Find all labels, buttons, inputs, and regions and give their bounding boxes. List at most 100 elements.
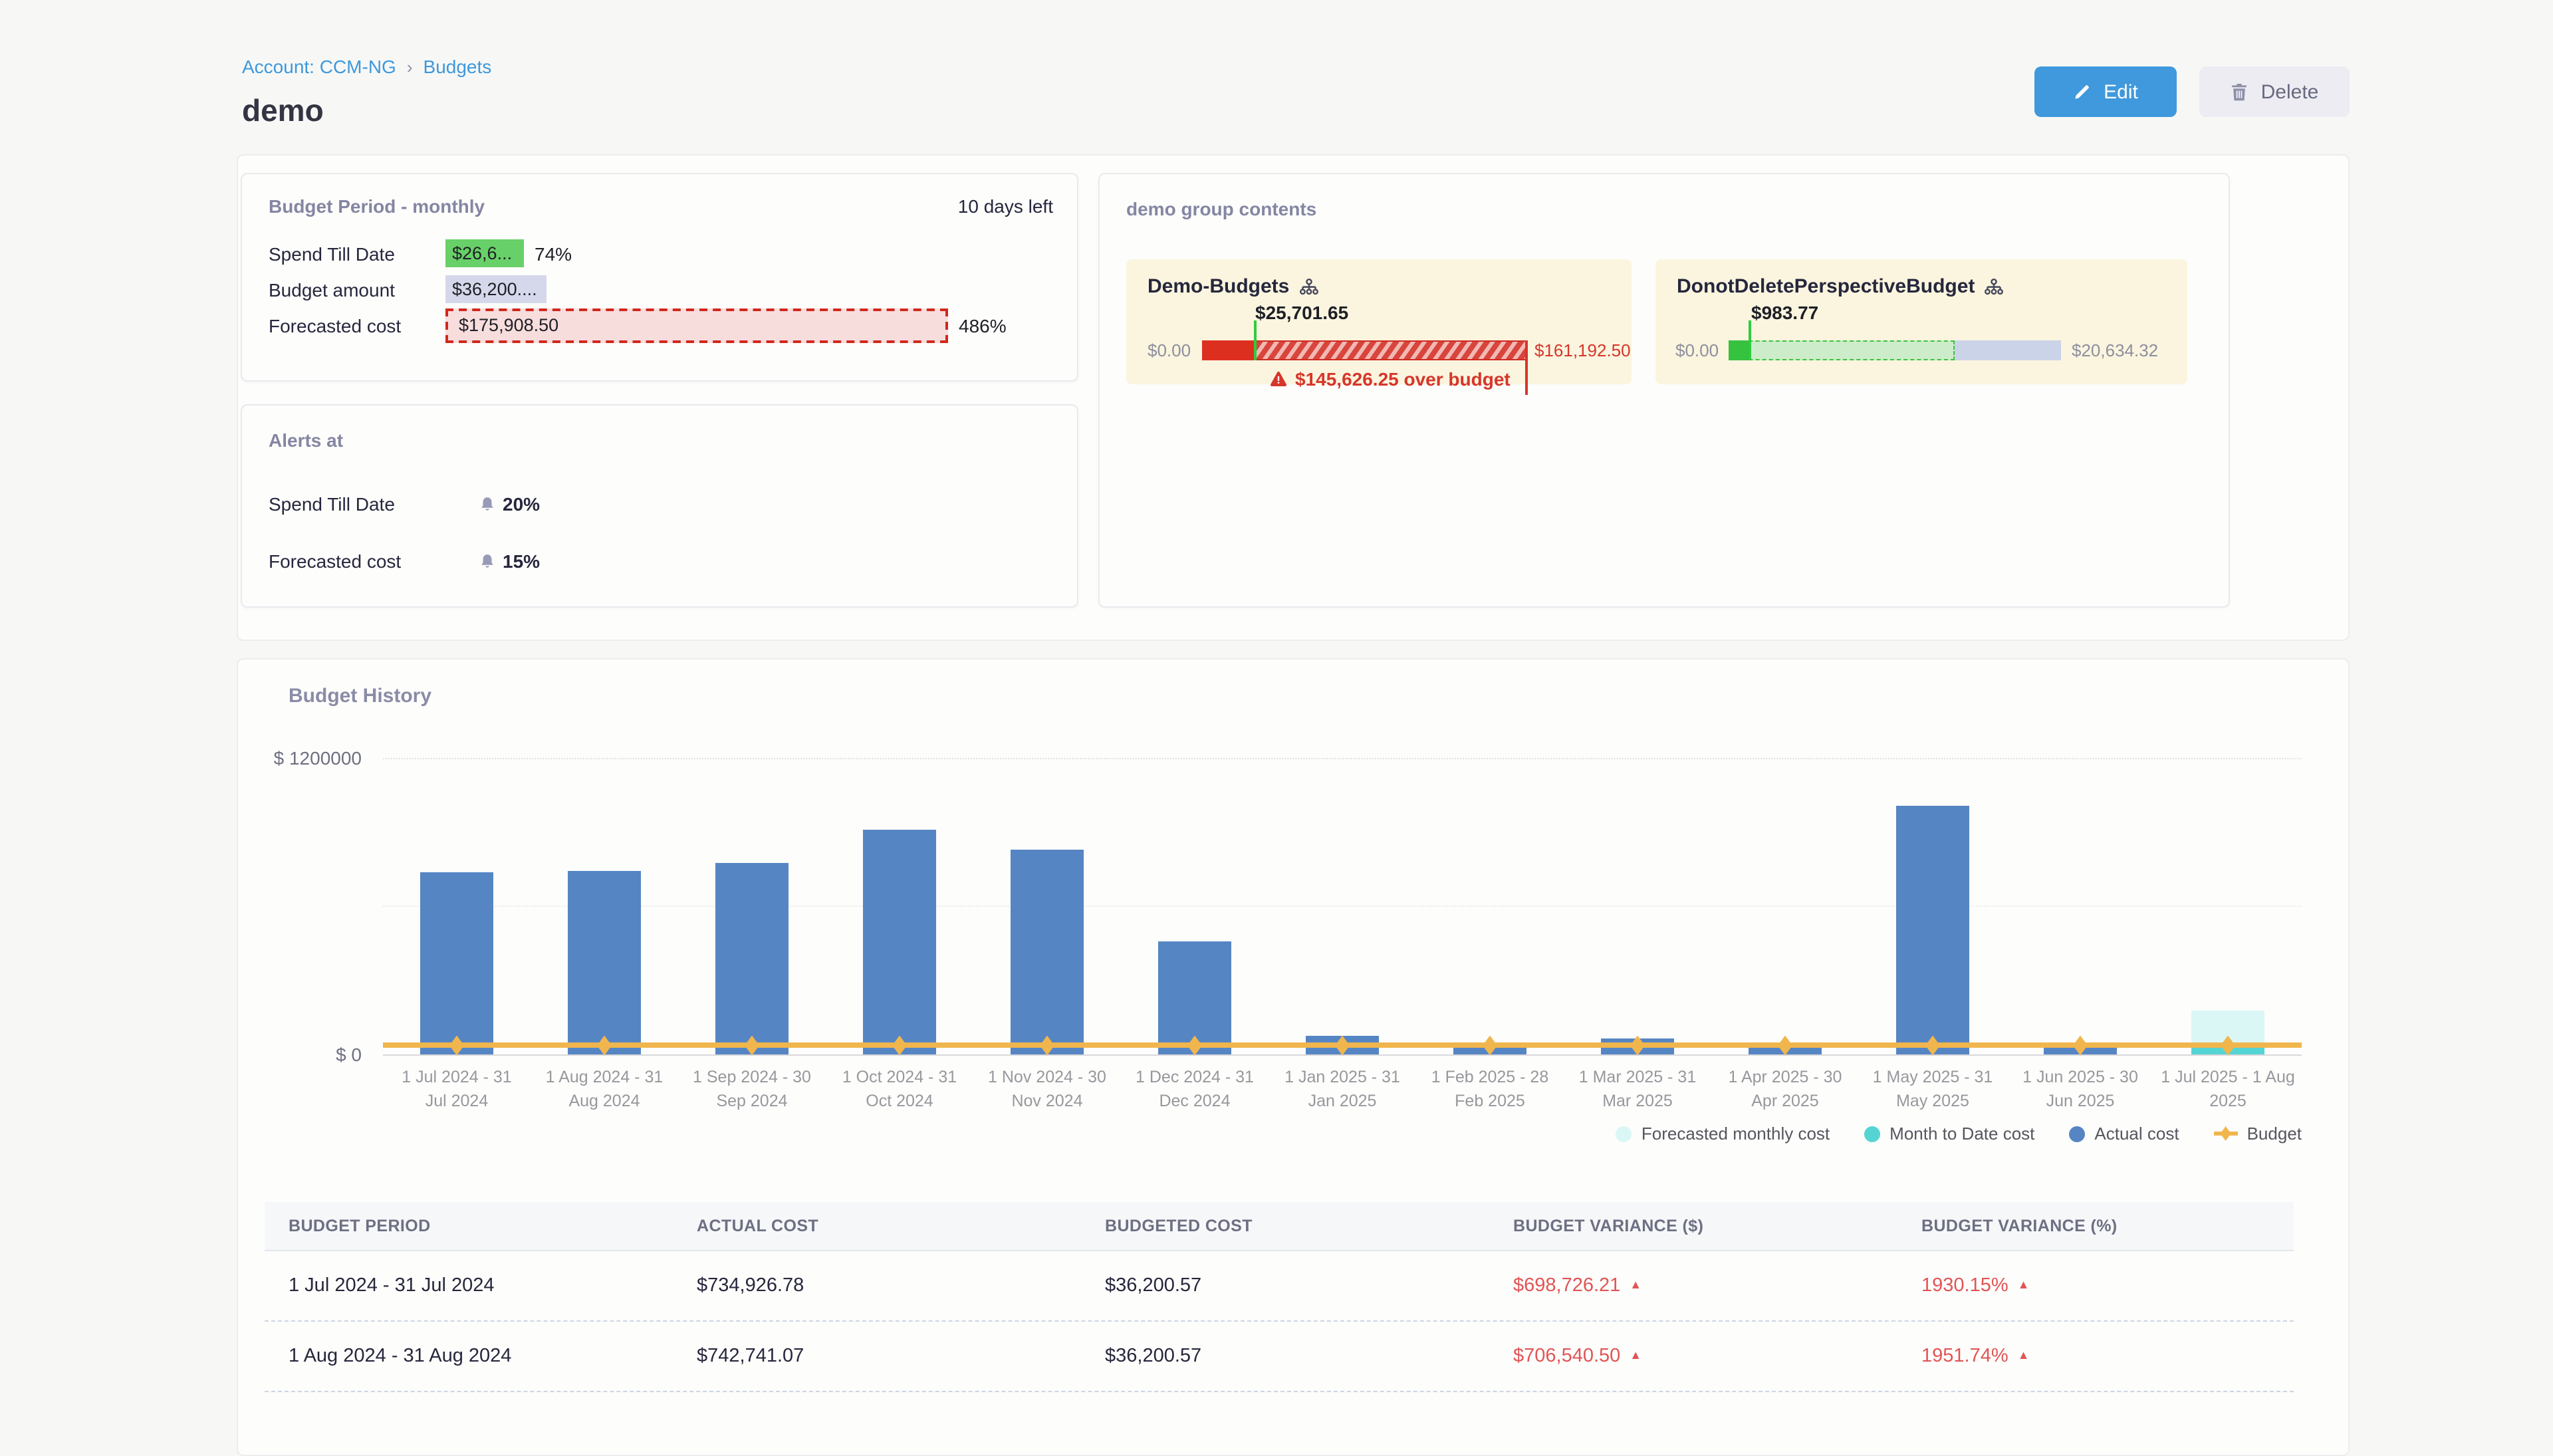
col-budget-variance-usd: Budget Variance ($) [1489,1217,1897,1235]
legend-label: Budget [2247,1124,2302,1144]
cell-budgeted: $36,200.57 [1081,1275,1489,1296]
x-axis-tick-label: 1 Mar 2025 - 31 Mar 2025 [1564,1065,1711,1114]
col-budget-period: Budget Period [265,1217,673,1235]
spend-till-date-percent: 74% [535,243,572,264]
delete-button-label: Delete [2261,80,2319,103]
breadcrumb: Account: CCM-NG › Budgets [242,56,491,77]
chart-category-slot [1121,758,1269,1054]
cell-variance-usd: $706,540.50▲ [1489,1346,1897,1367]
forecasted-cost-row: Forecasted cost $175,908.50 486% [269,307,1053,343]
group-contents-card: demo group contents Demo-Budgets $25,701… [1098,173,2230,608]
table-header-row: Budget Period Actual Cost Budgeted Cost … [265,1202,2294,1251]
series-color-swatch [1864,1126,1880,1142]
legend-item-actual-cost[interactable]: Actual cost [2069,1124,2179,1144]
budget-history-table: Budget Period Actual Cost Budgeted Cost … [265,1202,2294,1392]
legend-item-forecasted-monthly-cost[interactable]: Forecasted monthly cost [1616,1124,1830,1144]
alert-row-spend: Spend Till Date 20% [269,493,1050,515]
bar-min-label: $0.00 [1675,340,1719,360]
legend-label: Month to Date cost [1889,1124,2034,1144]
col-budget-variance-pct: Budget Variance (%) [1897,1217,2294,1235]
cell-variance-pct: 1951.74%▲ [1897,1346,2294,1367]
budget-amount-label: Budget amount [269,279,445,300]
col-actual-cost: Actual Cost [673,1217,1081,1235]
bell-icon [479,552,496,570]
budget-history-chart [383,758,2302,1054]
legend-item-budget[interactable]: Budget [2214,1124,2302,1144]
chart-category-slot [1416,758,1564,1054]
x-axis-tick-label: 1 Aug 2024 - 31 Aug 2024 [531,1065,678,1114]
cell-variance-usd: $698,726.21▲ [1489,1275,1897,1296]
alert-row-forecast: Forecasted cost 15% [269,550,1050,572]
delete-button[interactable]: Delete [2199,66,2350,117]
x-axis-tick-label: 1 Jul 2025 - 1 Aug 2025 [2154,1065,2302,1114]
alert-spend-label: Spend Till Date [269,493,479,515]
x-axis-tick-label: 1 Feb 2025 - 28 Feb 2025 [1416,1065,1564,1114]
budget-detail-page: Account: CCM-NG › Budgets demo Edit Dele… [0,0,2553,1436]
breadcrumb-budgets-link[interactable]: Budgets [424,56,492,77]
x-axis-tick-label: 1 Dec 2024 - 31 Dec 2024 [1121,1065,1269,1114]
spend-marker-value: $983.77 [1751,302,1818,323]
alerts-card-title: Alerts at [269,429,343,451]
actual-cost-bar[interactable] [1011,850,1084,1054]
edit-button[interactable]: Edit [2034,66,2177,117]
x-axis-tick-label: 1 Jan 2025 - 31 Jan 2025 [1269,1065,1416,1114]
chart-category-slot [1269,758,1416,1054]
budget-period-card: Budget Period - monthly 10 days left Spe… [241,173,1078,382]
chart-category-slot [678,758,826,1054]
x-axis-tick-label: 1 May 2025 - 31 May 2025 [1859,1065,2006,1114]
bar-max-label: $20,634.32 [2072,340,2158,360]
chart-category-slot [531,758,678,1054]
legend-item-month-to-date-cost[interactable]: Month to Date cost [1864,1124,2034,1144]
trash-icon [2231,82,2249,102]
child-budget-name: DonotDeletePerspectiveBudget [1677,275,1975,298]
hierarchy-icon [1984,277,2004,296]
pencil-icon [2073,82,2092,101]
chart-legend: Forecasted monthly cost Month to Date cos… [383,1124,2302,1144]
chart-category-slot [973,758,1121,1054]
breadcrumb-separator-icon: › [407,57,413,76]
forecasted-cost-bar[interactable]: $175,908.50 [445,308,948,342]
chart-category-slot [1859,758,2006,1054]
spend-till-date-row: Spend Till Date $26,6... 74% [269,235,1053,271]
over-budget-alert: $145,626.25 over budget [1270,368,1511,390]
alert-forecast-label: Forecasted cost [269,550,479,572]
x-axis-tick-label: 1 Oct 2024 - 31 Oct 2024 [826,1065,973,1114]
bar-max-label: $161,192.50 [1534,340,1631,360]
forecasted-cost-percent: 486% [959,314,1007,336]
x-axis-tick-label: 1 Nov 2024 - 30 Nov 2024 [973,1065,1121,1114]
forecasted-cost-label: Forecasted cost [269,314,445,336]
page-title: demo [242,93,324,129]
cell-period: 1 Aug 2024 - 31 Aug 2024 [265,1346,673,1367]
actual-cost-bar[interactable] [568,871,641,1054]
chart-category-slot [1711,758,1859,1054]
budget-amount-bar[interactable]: $36,200.... [445,275,547,303]
actual-cost-bar[interactable] [420,873,493,1054]
cell-budgeted: $36,200.57 [1081,1346,1489,1367]
actual-cost-bar[interactable] [863,830,936,1054]
chart-category-slot [826,758,973,1054]
hierarchy-icon [1298,277,1318,296]
table-row[interactable]: 1 Aug 2024 - 31 Aug 2024 $742,741.07 $36… [265,1322,2294,1392]
chart-category-slot [383,758,531,1054]
budget-period-card-title: Budget Period - monthly [269,195,485,217]
edit-button-label: Edit [2104,80,2138,103]
actual-cost-bar[interactable] [1896,806,1969,1055]
alert-forecast-value: 15% [503,550,540,572]
actual-cost-bar[interactable] [715,863,789,1054]
triangle-up-icon: ▲ [1630,1348,1641,1362]
legend-label: Forecasted monthly cost [1641,1124,1830,1144]
child-budget-card[interactable]: DonotDeletePerspectiveBudget $983.77 $0.… [1655,259,2187,384]
chart-category-slot [2154,758,2302,1054]
cell-actual: $742,741.07 [673,1346,1081,1367]
table-row[interactable]: 1 Jul 2024 - 31 Jul 2024 $734,926.78 $36… [265,1251,2294,1322]
spend-till-date-bar[interactable]: $26,6... [445,239,524,267]
budget-usage-bar [1729,340,2061,360]
warning-icon [1270,371,1287,387]
child-budget-card[interactable]: Demo-Budgets $25,701.65 $0.00 $161,192.5… [1126,259,1632,384]
over-budget-text: $145,626.25 over budget [1295,368,1511,390]
chart-category-slot [1564,758,1711,1054]
breadcrumb-account-link[interactable]: Account: CCM-NG [242,56,396,77]
triangle-up-icon: ▲ [2018,1278,2030,1291]
bar-min-label: $0.00 [1148,340,1191,360]
days-left-label: 10 days left [958,195,1053,217]
